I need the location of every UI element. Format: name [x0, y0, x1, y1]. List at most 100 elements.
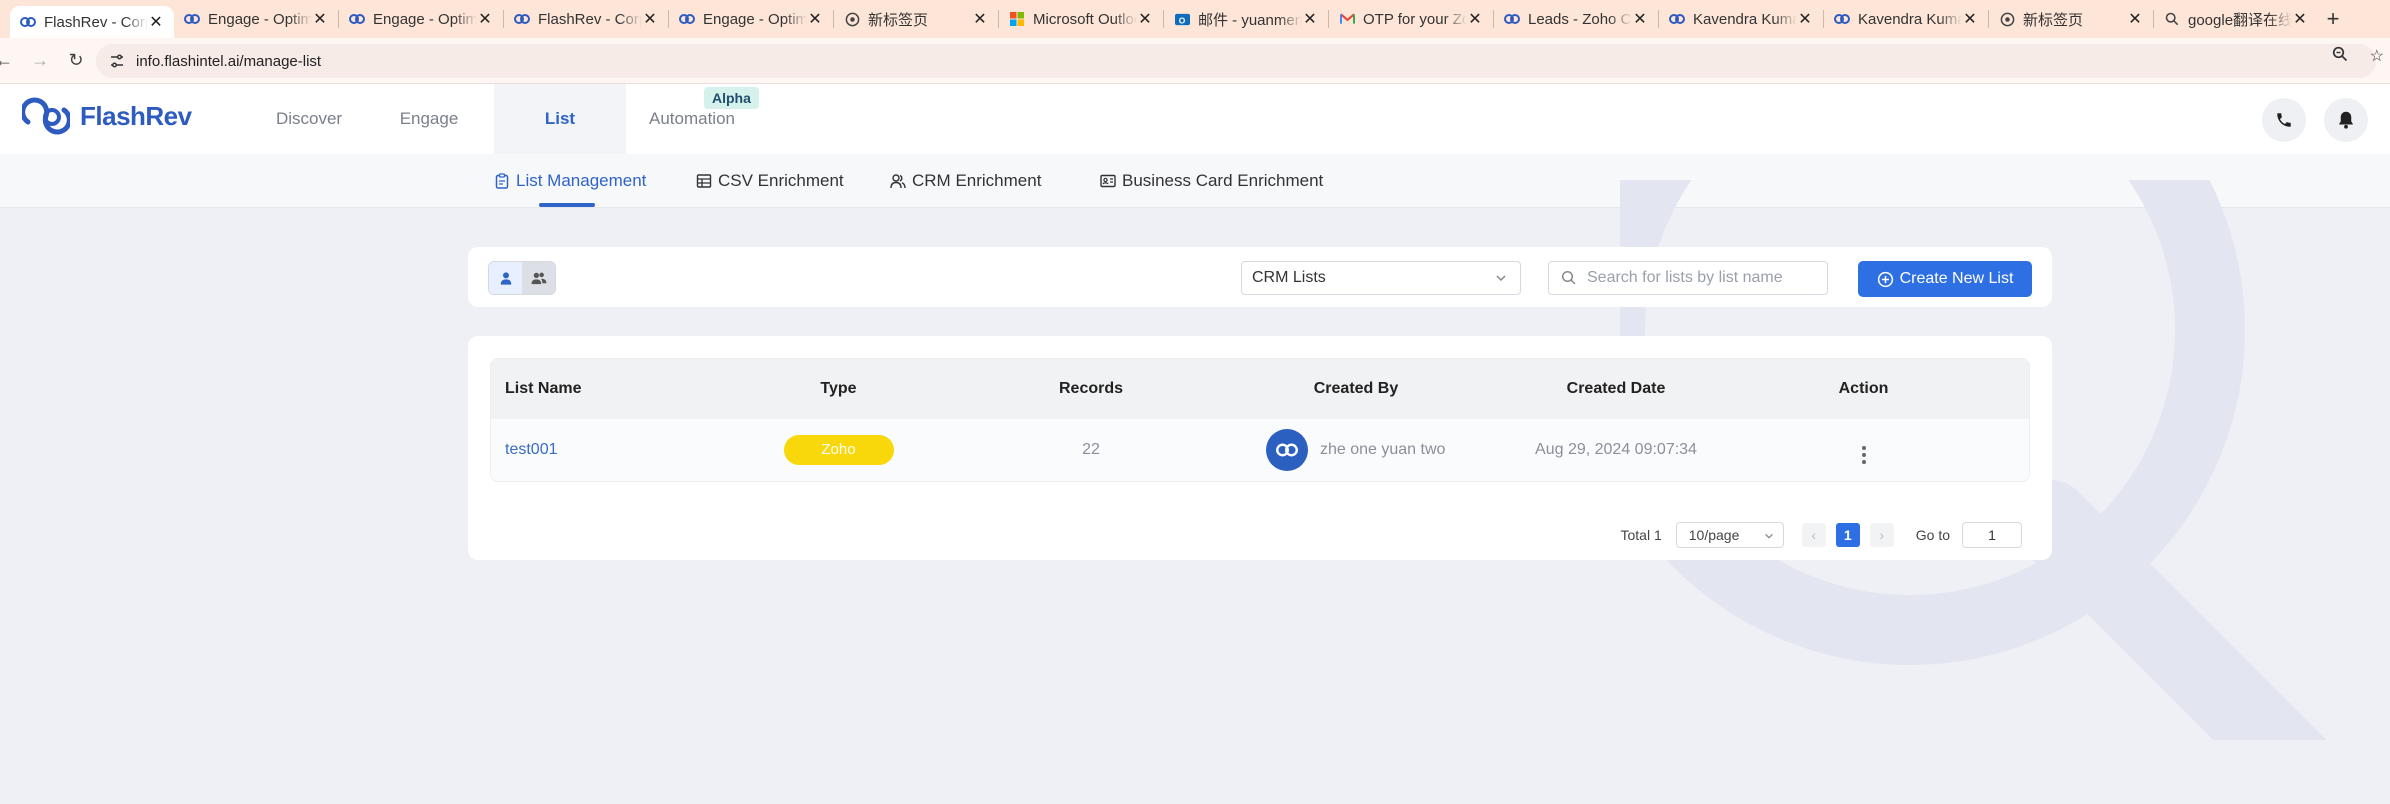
flashrev-logo[interactable]: FlashRev: [22, 96, 192, 136]
close-icon[interactable]: ✕: [2127, 9, 2143, 29]
column-header: Action: [1838, 380, 1889, 397]
svg-text:O: O: [1178, 15, 1185, 25]
flashrev-icon: [679, 11, 695, 27]
search-input[interactable]: [1587, 269, 1807, 287]
browser-tab[interactable]: 新标签页 ✕: [834, 0, 998, 38]
nav-engage[interactable]: Engage: [364, 84, 494, 154]
flashrev-icon: [184, 11, 200, 27]
table-row: test001 Zoho 22 zhe one yuan two Aug 29,…: [491, 419, 2029, 481]
browser-tab[interactable]: Engage - Optimize ✕: [669, 0, 833, 38]
forward-icon[interactable]: →: [22, 50, 58, 71]
more-actions-icon[interactable]: [1861, 445, 1866, 464]
lists-card: List Name Type Records Created By Create…: [468, 336, 2052, 560]
globe-icon: [1999, 11, 2015, 27]
browser-tab[interactable]: Leads - Zoho CRM ✕: [1494, 0, 1658, 38]
tab-title: 邮件 - yuanmeng: [1198, 11, 1302, 29]
close-icon[interactable]: ✕: [477, 9, 493, 29]
tab-crm-enrichment[interactable]: CRM Enrichment: [890, 154, 1041, 208]
tab-csv-enrichment[interactable]: CSV Enrichment: [696, 154, 844, 208]
prev-page-button[interactable]: ‹: [1801, 523, 1826, 547]
back-icon[interactable]: ←: [0, 50, 22, 71]
tab-title: Engage - Optimize: [703, 10, 807, 28]
app-header: FlashRev Discover Engage List Automation…: [0, 84, 2390, 154]
nav-automation[interactable]: Automation Alpha: [626, 84, 759, 154]
close-icon[interactable]: ✕: [972, 9, 988, 29]
browser-tab[interactable]: Kavendra Kumar ✕: [1824, 0, 1988, 38]
create-new-list-label: Create New List: [1899, 270, 2014, 287]
url-field[interactable]: info.flashintel.ai/manage-list: [96, 44, 2376, 78]
flashrev-icon: [1834, 11, 1850, 27]
flashrev-icon: [1504, 11, 1520, 27]
tab-title: Engage - Optimize: [373, 10, 477, 28]
phone-button[interactable]: [2262, 98, 2306, 142]
reload-icon[interactable]: ↻: [58, 50, 94, 71]
close-icon[interactable]: ✕: [1632, 9, 1648, 29]
tab-title: OTP for your Zoho: [1363, 10, 1467, 28]
records-count: 22: [1082, 441, 1100, 458]
close-icon[interactable]: ✕: [312, 9, 328, 29]
notifications-button[interactable]: [2324, 98, 2368, 142]
my-lists-toggle[interactable]: [489, 262, 522, 294]
close-icon[interactable]: ✕: [1797, 9, 1813, 29]
browser-tab[interactable]: OTP for your Zoho ✕: [1329, 0, 1493, 38]
tab-title: Engage - Optimize: [208, 10, 312, 28]
list-source-select[interactable]: CRM Lists: [1241, 261, 1521, 295]
tab-crm-enrichment-label: CRM Enrichment: [912, 171, 1042, 190]
create-new-list-button[interactable]: Create New List: [1858, 261, 2032, 297]
main-nav: Discover Engage List Automation Alpha: [254, 84, 759, 154]
search-icon: [1561, 270, 1576, 285]
alpha-badge: Alpha: [704, 87, 759, 109]
bell-icon: [2339, 111, 2353, 129]
close-icon[interactable]: ✕: [1467, 9, 1483, 29]
tab-title: FlashRev - Corporate: [538, 10, 642, 28]
team-icon: [531, 272, 546, 285]
browser-tab[interactable]: Engage - Optimize ✕: [174, 0, 338, 38]
creator-name: zhe one yuan two: [1320, 441, 1446, 458]
list-source-value: CRM Lists: [1252, 269, 1326, 286]
close-icon[interactable]: ✕: [1302, 9, 1318, 29]
close-icon[interactable]: ✕: [2292, 9, 2308, 29]
new-tab-button[interactable]: +: [2318, 6, 2348, 32]
globe-icon: [844, 11, 860, 27]
phone-icon: [2277, 113, 2291, 127]
outlook-icon: O: [1174, 11, 1190, 27]
bookmark-star-icon[interactable]: ☆: [2370, 46, 2384, 67]
clipboard-icon: [495, 173, 509, 189]
list-toolbar: CRM Lists Create New List: [468, 247, 2052, 307]
flashrev-avatar-icon: [1276, 443, 1298, 457]
browser-tab[interactable]: 新标签页 ✕: [1989, 0, 2153, 38]
url-text: info.flashintel.ai/manage-list: [136, 52, 322, 70]
nav-discover[interactable]: Discover: [254, 84, 364, 154]
browser-tab[interactable]: Engage - Optimize ✕: [339, 0, 503, 38]
address-bar: ← → ↻ info.flashintel.ai/manage-list ☆: [0, 38, 2390, 84]
tab-list-management[interactable]: List Management: [494, 154, 646, 208]
page-size-select[interactable]: 10/page: [1675, 522, 1784, 548]
list-name-link[interactable]: test001: [505, 441, 557, 458]
zoom-icon[interactable]: [2332, 46, 2348, 67]
tab-business-card-enrichment[interactable]: Business Card Enrichment: [1100, 154, 1323, 208]
next-page-button[interactable]: ›: [1869, 523, 1894, 547]
microsoft-icon: [1009, 11, 1025, 27]
goto-page-input[interactable]: [1962, 522, 2022, 548]
browser-tab[interactable]: Microsoft Outlook ✕: [999, 0, 1163, 38]
close-icon[interactable]: ✕: [642, 9, 658, 29]
close-icon[interactable]: ✕: [1962, 9, 1978, 29]
close-icon[interactable]: ✕: [807, 9, 823, 29]
table-header: List Name Type Records Created By Create…: [491, 359, 2029, 419]
browser-tab[interactable]: O 邮件 - yuanmeng ✕: [1164, 0, 1328, 38]
team-lists-toggle[interactable]: [522, 262, 555, 294]
created-by: zhe one yuan two: [1266, 429, 1446, 471]
lists-table: List Name Type Records Created By Create…: [490, 358, 2030, 482]
nav-list[interactable]: List: [494, 84, 626, 154]
page-number[interactable]: 1: [1835, 523, 1860, 547]
close-icon[interactable]: ✕: [1137, 9, 1153, 29]
page-size-value: 10/page: [1688, 527, 1740, 543]
browser-tab[interactable]: FlashRev - Corporate ✕: [504, 0, 668, 38]
browser-tab[interactable]: Kavendra Kumar ✕: [1659, 0, 1823, 38]
browser-tab[interactable]: FlashRev - Corporate ✕: [10, 6, 174, 38]
site-settings-icon[interactable]: [108, 52, 126, 70]
close-icon[interactable]: ✕: [148, 12, 164, 32]
total-count: Total 1: [1620, 527, 1662, 543]
tab-list-management-label: List Management: [516, 171, 647, 190]
browser-tab[interactable]: google翻译在线 ✕: [2154, 0, 2318, 38]
